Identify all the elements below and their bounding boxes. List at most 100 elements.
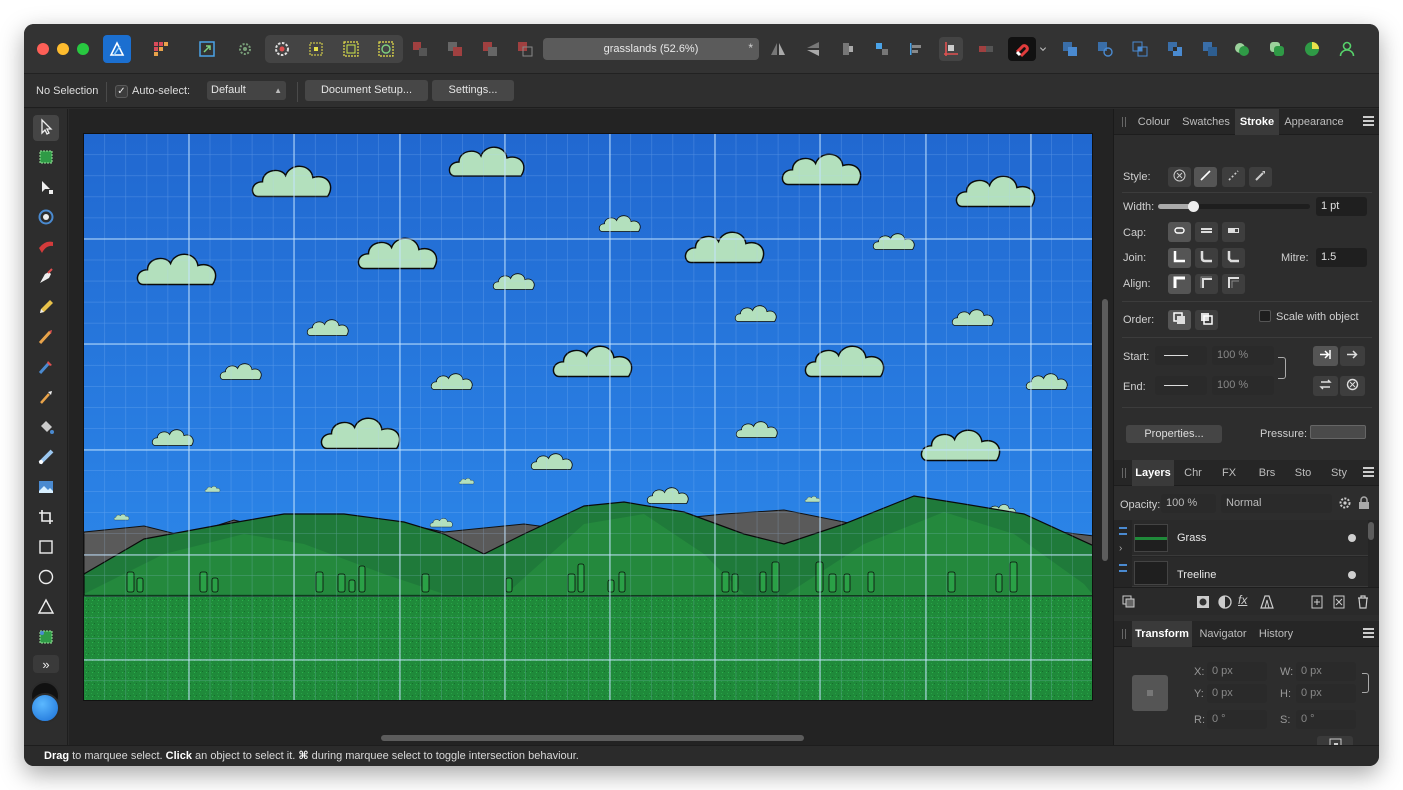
arrange-back-icon[interactable] [443, 37, 467, 61]
cap-square-button[interactable] [1222, 222, 1245, 242]
width-field[interactable]: 1 pt [1316, 197, 1367, 216]
pencil-tool[interactable] [33, 295, 59, 321]
select-intersect-icon[interactable] [374, 37, 398, 61]
cap-round-button[interactable] [1195, 222, 1218, 242]
join-round-button[interactable] [1195, 248, 1218, 268]
alignment-icon[interactable] [939, 37, 963, 61]
colour-picker-icon[interactable] [1300, 37, 1324, 61]
ellipse-tool[interactable] [33, 565, 59, 591]
tab-styles[interactable]: Sty [1323, 460, 1355, 486]
boolean-icon[interactable] [974, 37, 998, 61]
arrow-end-button[interactable] [1340, 346, 1365, 366]
point-transform-tool[interactable] [33, 205, 59, 231]
style-dash-button[interactable] [1222, 167, 1245, 187]
panel-menu-icon[interactable] [1363, 116, 1374, 126]
triangle-tool[interactable] [33, 595, 59, 621]
layers-list[interactable]: › Grass Treeline [1114, 520, 1379, 587]
x-field[interactable]: 0 px [1207, 662, 1267, 681]
order-behind-button[interactable] [1168, 310, 1191, 330]
tab-transform[interactable]: Transform [1132, 621, 1192, 647]
move-back-icon[interactable] [408, 37, 432, 61]
layers-scrollbar[interactable] [1368, 522, 1374, 540]
width-slider-knob[interactable] [1187, 201, 1199, 212]
tab-stroke[interactable]: Stroke [1235, 109, 1279, 135]
pen-tool[interactable] [33, 265, 59, 291]
auto-select-dropdown[interactable]: Default ▲ [207, 81, 286, 100]
document-setup-button[interactable]: Document Setup... [305, 80, 428, 101]
blend-mode-dropdown[interactable]: Normal [1221, 494, 1332, 513]
link-dimensions-icon[interactable] [1362, 673, 1369, 693]
rotate-right-icon[interactable] [870, 37, 894, 61]
panel-menu-icon[interactable] [1363, 467, 1374, 477]
tab-history[interactable]: History [1254, 621, 1298, 647]
delete-layer-icon[interactable] [1356, 595, 1370, 612]
pixel-persona-icon[interactable] [149, 37, 173, 61]
style-none-button[interactable] [1168, 167, 1191, 187]
scale-with-object-checkbox[interactable] [1259, 310, 1271, 322]
opacity-field[interactable]: 100 % [1161, 494, 1216, 513]
zoom-window-button[interactable] [77, 43, 89, 55]
snapshots-icon[interactable] [1265, 37, 1289, 61]
node-tool[interactable] [33, 175, 59, 201]
style-texture-button[interactable] [1249, 167, 1272, 187]
vertical-scrollbar[interactable] [1102, 299, 1108, 561]
layer-visibility-toggle[interactable] [1348, 534, 1356, 542]
tab-colour[interactable]: Colour [1132, 109, 1176, 135]
rotate-left-icon[interactable] [836, 37, 860, 61]
end-scale-field[interactable]: 100 % [1212, 376, 1274, 395]
vector-brush-tool[interactable] [33, 325, 59, 351]
align-outside-button[interactable] [1222, 274, 1245, 294]
snapping-magnet-icon[interactable] [1008, 37, 1036, 61]
tab-fx[interactable]: FX [1214, 460, 1244, 486]
anchor-selector[interactable] [1132, 675, 1168, 711]
gear-icon[interactable] [233, 37, 257, 61]
align-inside-button[interactable] [1195, 274, 1218, 294]
h-field[interactable]: 0 px [1296, 684, 1356, 703]
gradient-tool[interactable] [33, 445, 59, 471]
lock-icon[interactable] [1358, 496, 1370, 513]
panel-grip-icon[interactable] [1122, 629, 1126, 639]
start-scale-field[interactable]: 100 % [1212, 346, 1274, 365]
layer-row-grass[interactable]: Grass [1132, 520, 1368, 556]
geometry-add-icon[interactable] [1058, 37, 1082, 61]
panel-menu-icon[interactable] [1363, 628, 1374, 638]
close-window-button[interactable] [37, 43, 49, 55]
document-title[interactable]: grasslands (52.6%) * [543, 38, 759, 60]
artboard[interactable] [83, 133, 1093, 701]
join-bevel-button[interactable] [1222, 248, 1245, 268]
pressure-graph-button[interactable] [1310, 425, 1366, 439]
adjustment-icon[interactable] [1218, 595, 1232, 612]
flip-vertical-icon[interactable] [801, 37, 825, 61]
tab-brushes[interactable]: Brs [1250, 460, 1284, 486]
end-arrowhead-dropdown[interactable] [1155, 376, 1207, 395]
layer-settings-gear-icon[interactable] [1338, 496, 1352, 513]
order-front-button[interactable] [1195, 310, 1218, 330]
arrow-start-button[interactable] [1313, 346, 1338, 366]
layer-row-treeline[interactable]: Treeline [1132, 557, 1368, 587]
tab-navigator[interactable]: Navigator [1194, 621, 1252, 647]
add-pixel-layer-icon[interactable] [1332, 595, 1346, 612]
panel-grip-icon[interactable] [1122, 468, 1126, 478]
crop-tool[interactable] [33, 505, 59, 531]
pixel-brush-tool[interactable] [33, 355, 59, 381]
arrange-layers-icon[interactable] [1122, 595, 1136, 612]
more-tools-button[interactable]: » [33, 655, 59, 673]
live-filter-icon[interactable] [1260, 595, 1274, 612]
canvas-area[interactable] [69, 109, 1113, 745]
corner-tool[interactable] [33, 235, 59, 261]
marquee-grid-icon[interactable] [304, 37, 328, 61]
rectangle-tool[interactable] [33, 535, 59, 561]
designer-persona-icon[interactable] [103, 35, 131, 63]
tab-layers[interactable]: Layers [1132, 460, 1174, 486]
tab-appearance[interactable]: Appearance [1279, 109, 1349, 135]
join-mitre-button[interactable] [1168, 248, 1191, 268]
width-slider[interactable] [1158, 201, 1310, 212]
start-arrowhead-dropdown[interactable] [1155, 346, 1207, 365]
expand-chevron-icon[interactable]: › [1119, 543, 1122, 554]
tab-stock[interactable]: Sto [1287, 460, 1319, 486]
move-tool[interactable] [33, 115, 59, 141]
tab-character[interactable]: Chr [1178, 460, 1208, 486]
arrange-front-icon[interactable] [513, 37, 537, 61]
artistic-text-tool[interactable] [33, 625, 59, 651]
place-image-tool[interactable] [33, 475, 59, 501]
